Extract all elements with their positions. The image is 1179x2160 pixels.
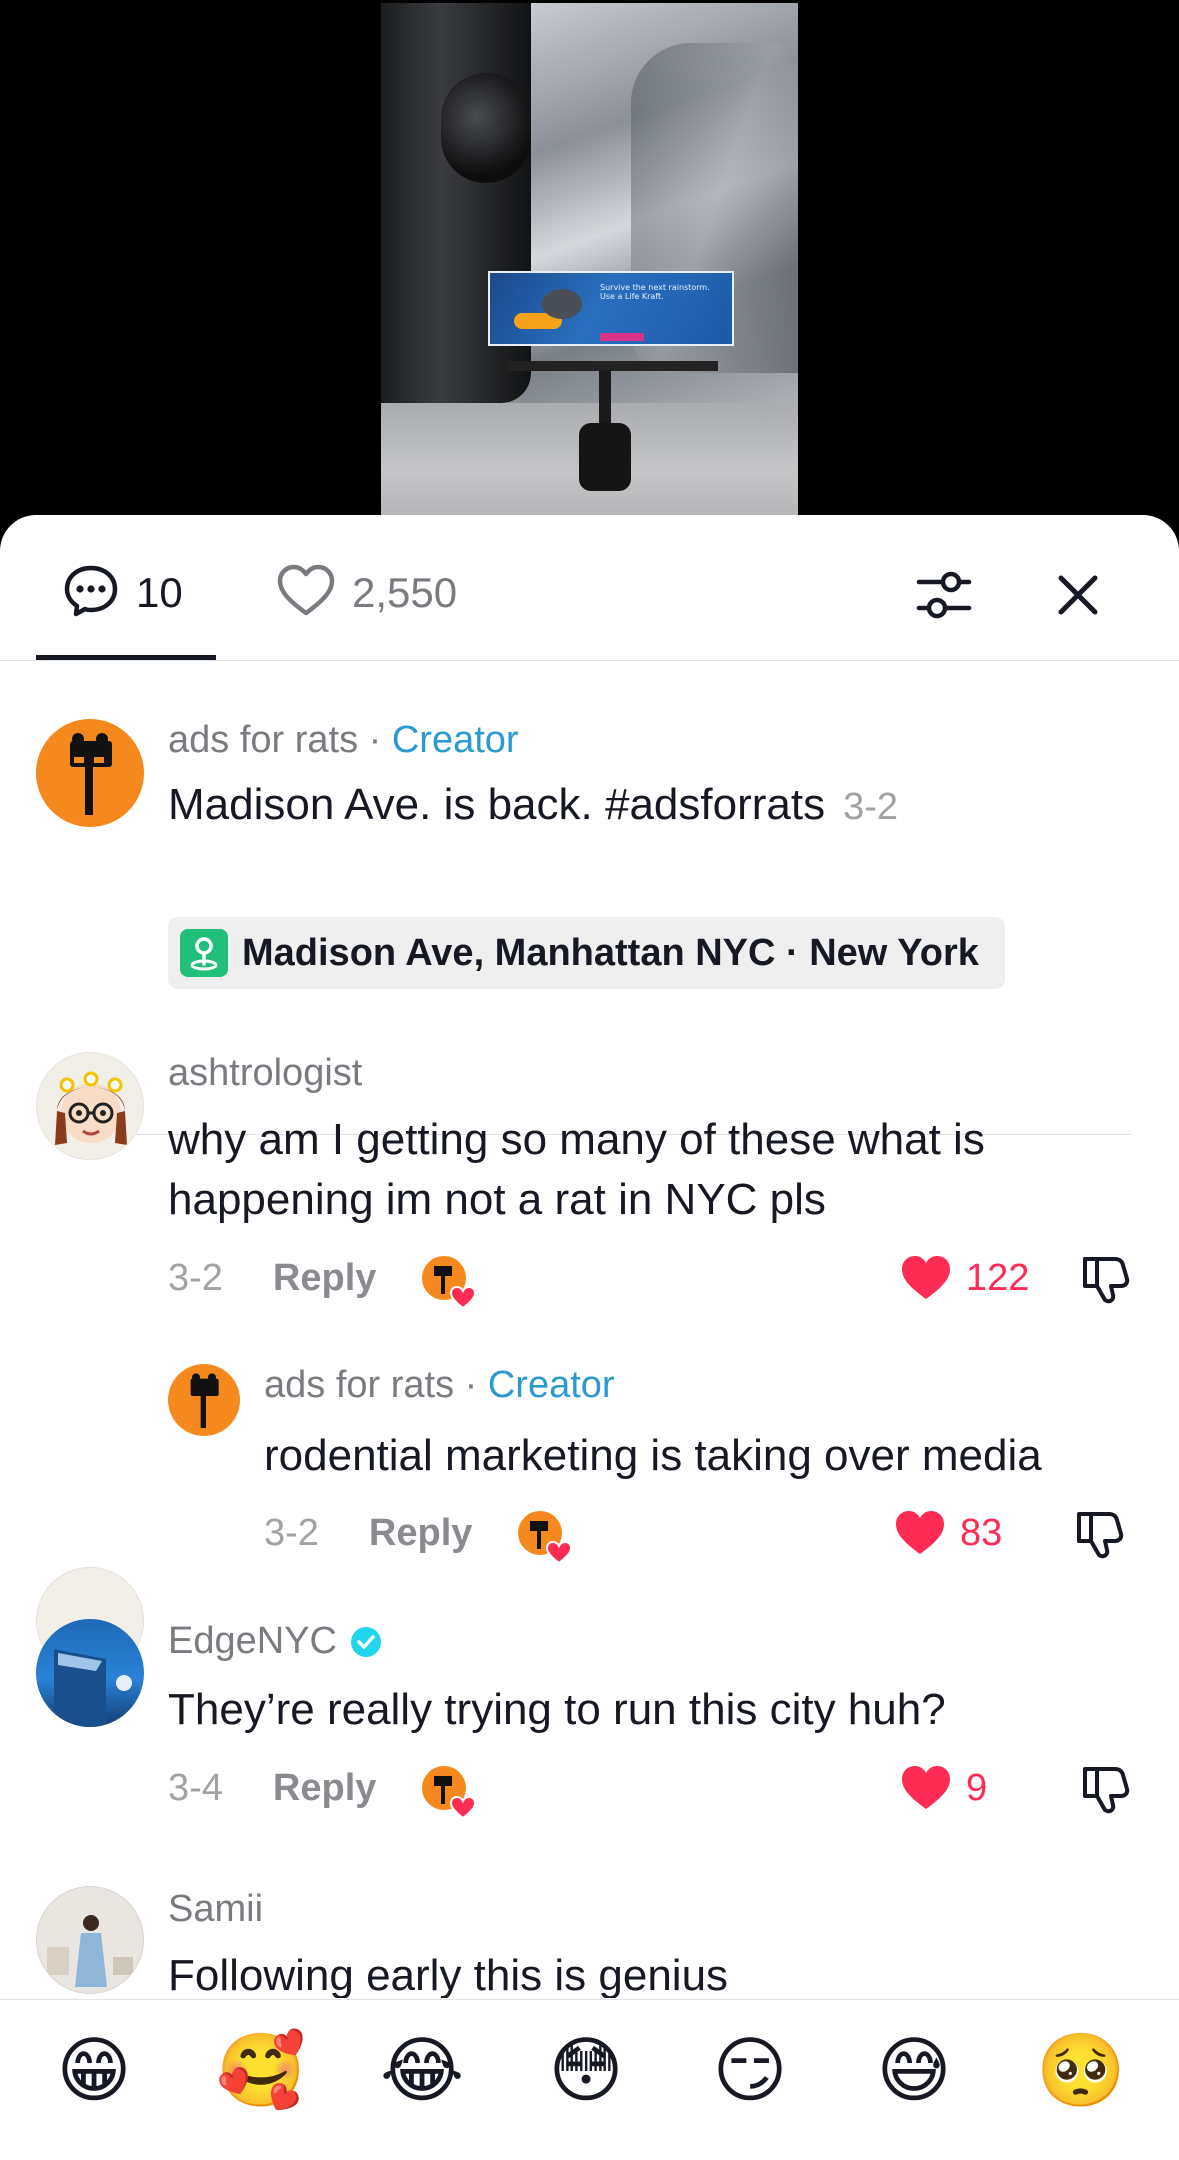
thumbs-down-icon[interactable] bbox=[1078, 1760, 1134, 1816]
like-button[interactable]: 122 bbox=[900, 1248, 1029, 1308]
like-count: 83 bbox=[960, 1511, 1003, 1554]
creator-avatar[interactable] bbox=[168, 1364, 240, 1436]
thumbs-down-icon[interactable] bbox=[1072, 1505, 1128, 1561]
reply-button[interactable]: Reply bbox=[273, 1767, 376, 1810]
active-tab-indicator bbox=[36, 655, 216, 660]
emoji-grin[interactable]: 😁 bbox=[52, 2028, 136, 2112]
comment-count: 10 bbox=[136, 569, 183, 616]
like-count: 9 bbox=[966, 1766, 988, 1809]
emoji-smirk[interactable]: 😏 bbox=[708, 2028, 792, 2112]
video-player[interactable]: Survive the next rainstorm. Use a Life K… bbox=[0, 0, 1179, 540]
billboard-text: Survive the next rainstorm. Use a Life K… bbox=[600, 283, 710, 301]
caption-text: Madison Ave. is back. #adsforrats bbox=[168, 780, 826, 829]
creator-badge: Creator bbox=[391, 719, 519, 761]
chat-bubble-icon bbox=[62, 562, 120, 625]
close-icon[interactable] bbox=[1048, 565, 1108, 625]
emoji-flushed[interactable]: 😳 bbox=[544, 2028, 628, 2112]
caption-username-line: ads for rats · Creator bbox=[168, 719, 519, 761]
like-button[interactable]: 83 bbox=[894, 1503, 1002, 1563]
creator-avatar[interactable] bbox=[36, 719, 144, 827]
filter-sliders-icon[interactable] bbox=[914, 565, 974, 625]
reply-button[interactable]: Reply bbox=[369, 1512, 472, 1555]
emoji-smiling-hearts[interactable]: 🥰 bbox=[216, 2028, 306, 2112]
caption-username[interactable]: ads for rats bbox=[168, 719, 358, 761]
emoji-tears-of-joy[interactable]: 😂 bbox=[380, 2028, 464, 2112]
heart-filled-icon bbox=[896, 1511, 944, 1554]
caption-date: 3-2 bbox=[843, 786, 898, 828]
like-button[interactable]: 9 bbox=[900, 1758, 987, 1818]
mini-billboard: Survive the next rainstorm. Use a Life K… bbox=[488, 271, 734, 346]
comments-list[interactable]: ads for rats · Creator Madison Ave. is b… bbox=[0, 661, 1179, 1999]
location-pin-icon bbox=[180, 929, 228, 977]
caption-divider bbox=[46, 1134, 1132, 1135]
heart-outline-icon bbox=[276, 563, 336, 624]
comments-header: 10 2,550 bbox=[0, 515, 1179, 661]
comments-sheet: 10 2,550 ads for rats · Creator Madison … bbox=[0, 515, 1179, 2160]
video-thumbnail[interactable]: Survive the next rainstorm. Use a Life K… bbox=[381, 3, 798, 515]
like-count: 2,550 bbox=[352, 569, 458, 616]
emoji-pleading[interactable]: 🥺 bbox=[1036, 2028, 1126, 2112]
emoji-quick-bar: 😁 🥰 😂 😳 😏 😅 🥺 bbox=[0, 1999, 1179, 2160]
commenter-avatar[interactable] bbox=[36, 1619, 144, 1727]
tab-comments[interactable]: 10 bbox=[62, 563, 183, 623]
location-chip[interactable]: Madison Ave, Manhattan NYC · New York bbox=[168, 917, 1005, 989]
emoji-sweat-smile[interactable]: 😅 bbox=[872, 2028, 956, 2112]
heart-filled-icon bbox=[902, 1766, 950, 1809]
heart-filled-icon bbox=[902, 1256, 950, 1299]
tab-likes[interactable]: 2,550 bbox=[276, 563, 457, 623]
caption-text-line: Madison Ave. is back. #adsforrats 3-2 bbox=[168, 775, 1148, 837]
commenter-avatar[interactable] bbox=[36, 1052, 144, 1160]
reply-button[interactable]: Reply bbox=[273, 1257, 376, 1300]
commenter-avatar[interactable] bbox=[36, 1886, 144, 1994]
location-text: Madison Ave, Manhattan NYC · New York bbox=[242, 931, 979, 974]
like-count: 122 bbox=[966, 1256, 1030, 1299]
thumbs-down-icon[interactable] bbox=[1078, 1250, 1134, 1306]
